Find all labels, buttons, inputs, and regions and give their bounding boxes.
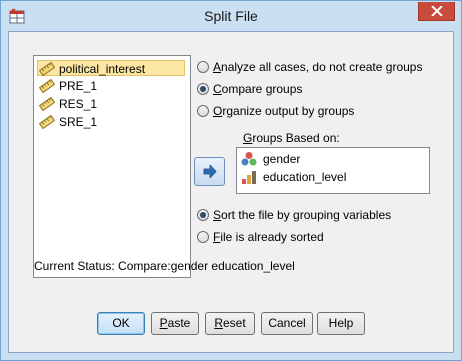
dialog-body: political_interest PRE_1 RES_1 SRE_1 Ana… bbox=[8, 31, 454, 353]
help-button[interactable]: Help bbox=[317, 312, 365, 335]
ruler-scale-icon bbox=[38, 114, 56, 130]
radio-label: File is already sorted bbox=[213, 230, 324, 244]
radio-label: Organize output by groups bbox=[213, 104, 355, 118]
source-variable-list[interactable]: political_interest PRE_1 RES_1 SRE_1 bbox=[33, 55, 191, 278]
group-variable-label: education_level bbox=[263, 170, 347, 184]
radio-label: Analyze all cases, do not create groups bbox=[213, 60, 423, 74]
list-item[interactable]: political_interest bbox=[37, 60, 185, 77]
ruler-scale-icon bbox=[38, 96, 56, 112]
radio-indicator[interactable] bbox=[197, 61, 209, 73]
reset-button[interactable]: Reset bbox=[205, 312, 255, 335]
arrow-right-icon bbox=[203, 165, 217, 178]
list-item[interactable]: SRE_1 bbox=[38, 114, 186, 130]
radio-indicator[interactable] bbox=[197, 105, 209, 117]
list-item[interactable]: PRE_1 bbox=[38, 78, 186, 94]
close-icon bbox=[431, 6, 443, 16]
ok-button[interactable]: OK bbox=[97, 312, 145, 335]
variable-label: RES_1 bbox=[59, 97, 98, 111]
radio-label: Sort the file by grouping variables bbox=[213, 208, 392, 222]
variable-label: SRE_1 bbox=[59, 115, 98, 129]
radio-indicator[interactable] bbox=[197, 209, 209, 221]
nominal-icon bbox=[241, 151, 257, 167]
groups-based-on-list[interactable]: gender education_level bbox=[236, 147, 430, 194]
paste-button[interactable]: Paste bbox=[151, 312, 199, 335]
title-bar[interactable]: Split File bbox=[1, 1, 461, 31]
ruler-scale-icon bbox=[38, 61, 56, 77]
split-file-dialog: Split File political_interest PRE_1 RES_… bbox=[0, 0, 462, 361]
variable-label: political_interest bbox=[59, 62, 146, 76]
radio-label: Compare groups bbox=[213, 82, 303, 96]
current-status: Current Status: Compare:gender education… bbox=[34, 259, 295, 273]
radio-indicator[interactable] bbox=[197, 83, 209, 95]
window-title: Split File bbox=[204, 8, 258, 24]
ordinal-bar-icon bbox=[241, 169, 257, 185]
ruler-scale-icon bbox=[38, 78, 56, 94]
variable-label: PRE_1 bbox=[59, 79, 98, 93]
radio-indicator[interactable] bbox=[197, 231, 209, 243]
group-variable-label: gender bbox=[263, 152, 301, 166]
move-to-groups-button[interactable] bbox=[194, 157, 225, 186]
list-item[interactable]: RES_1 bbox=[38, 96, 186, 112]
groups-based-on-label: Groups Based on: bbox=[243, 131, 340, 145]
cancel-button[interactable]: Cancel bbox=[261, 312, 313, 335]
close-button[interactable] bbox=[418, 2, 455, 21]
